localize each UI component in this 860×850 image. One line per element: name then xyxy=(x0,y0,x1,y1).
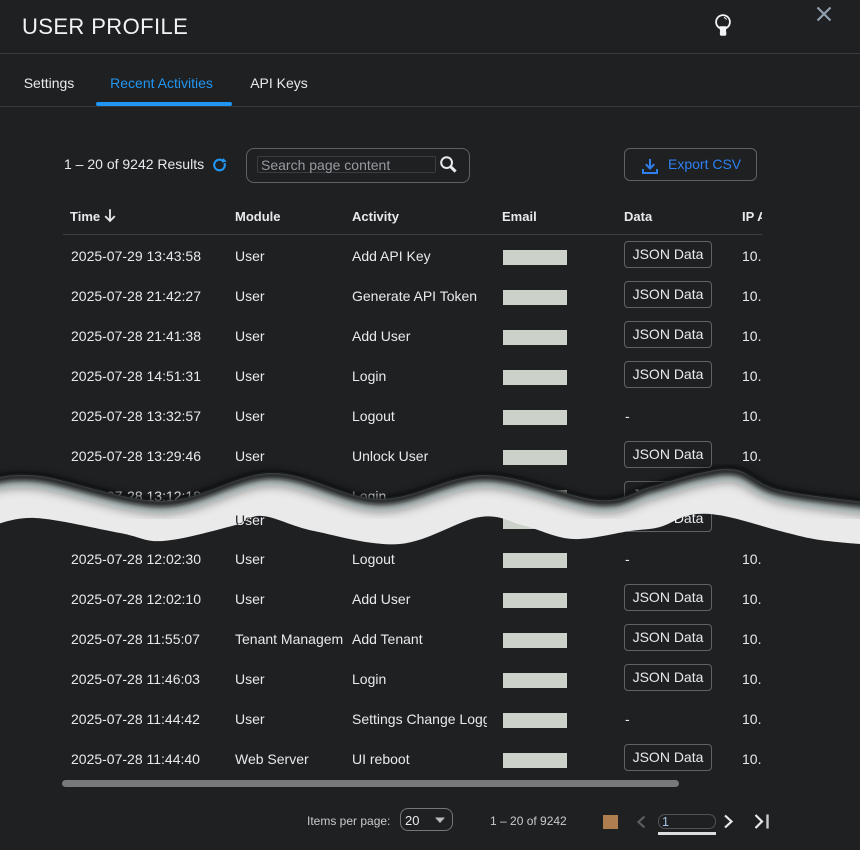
svg-text:User: User xyxy=(235,512,265,528)
